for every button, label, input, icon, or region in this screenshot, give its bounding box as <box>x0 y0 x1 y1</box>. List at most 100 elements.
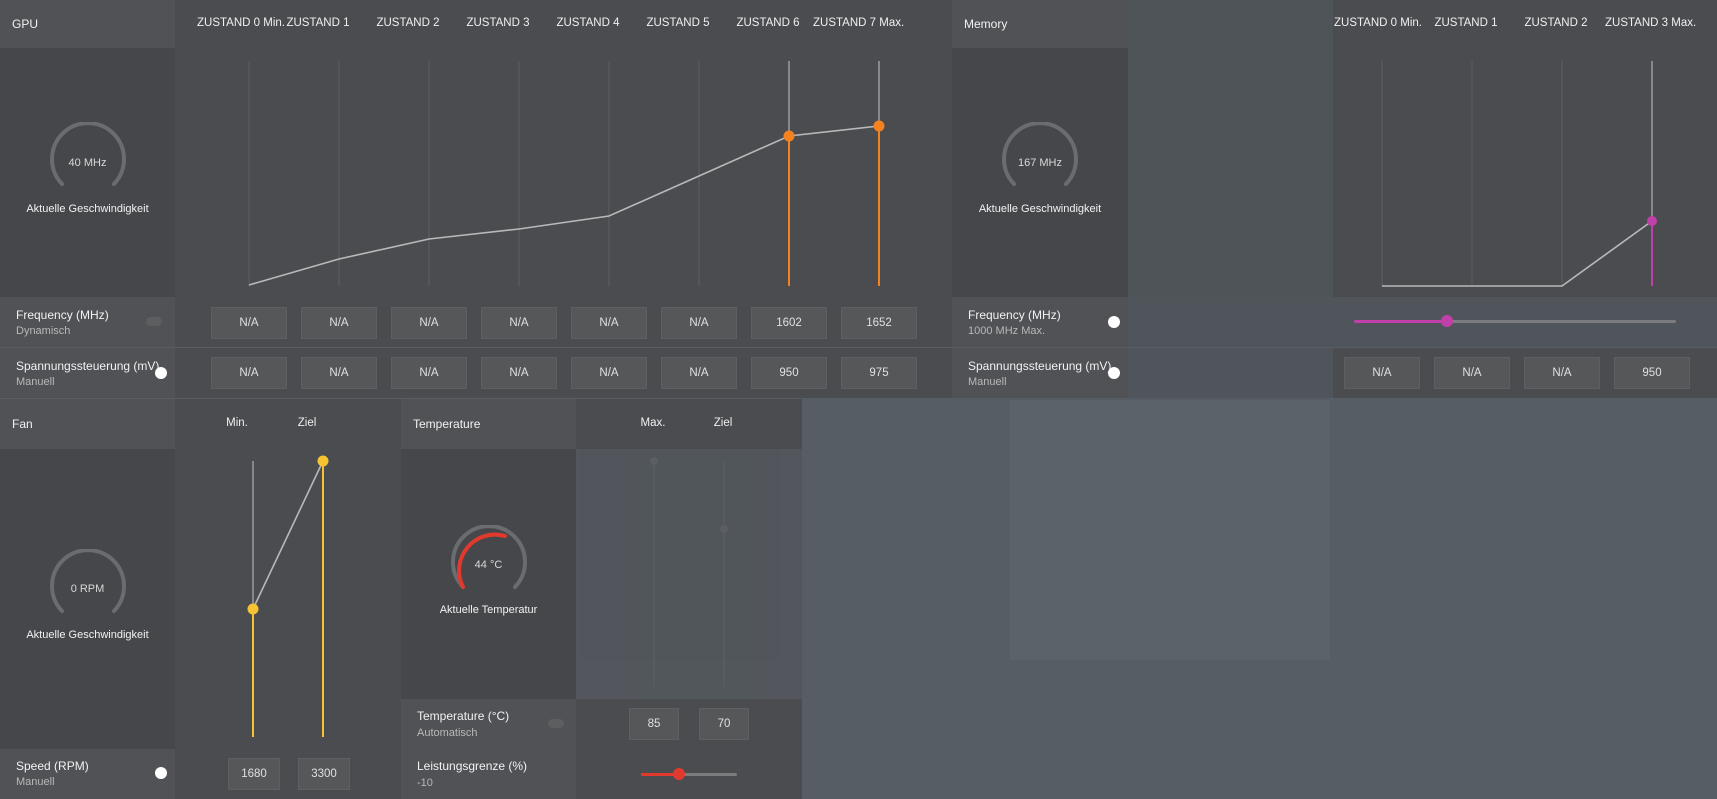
gpu-frequency-toggle[interactable] <box>146 317 162 326</box>
memory-curve-line <box>1382 220 1653 287</box>
temperature-label: Temperature (°C) <box>417 709 510 723</box>
memory-frequency-slider[interactable] <box>1354 315 1676 327</box>
memory-voltage-field[interactable]: N/A <box>1344 357 1420 389</box>
memory-voltage-row-label: Spannungssteuerung (mV) Manuell <box>952 348 1128 398</box>
temperature-values: 85 70 <box>576 699 802 749</box>
gpu-frequency-field[interactable]: 1602 <box>751 307 827 339</box>
fan-speed-toggle[interactable] <box>155 767 167 779</box>
gpu-state-label: ZUSTAND 3 <box>466 17 530 29</box>
memory-gauge-value: 167 MHz <box>1017 157 1063 169</box>
temperature-curve-chart <box>650 457 728 687</box>
memory-gauge-panel: 167 MHz Aktuelle Geschwindigkeit <box>952 48 1128 297</box>
temperature-col-target: Ziel <box>713 417 733 429</box>
fan-header-panel: Fan <box>0 399 175 449</box>
fan-target-handle[interactable] <box>317 455 329 467</box>
memory-title: Memory <box>964 17 1008 31</box>
gpu-frequency-field[interactable]: N/A <box>391 307 467 339</box>
gpu-curve-chart <box>248 61 885 286</box>
memory-header-panel: Memory <box>952 0 1128 48</box>
gpu-frequency-field[interactable]: 1652 <box>841 307 917 339</box>
temperature-mode: Automatisch <box>417 727 478 739</box>
memory-gauge-label: Aktuelle Geschwindigkeit <box>978 203 1102 215</box>
memory-state-label: ZUSTAND 0 Min. <box>1334 17 1422 29</box>
temperature-target-field[interactable]: 70 <box>699 708 749 740</box>
gpu-gauge-panel: 40 MHz Aktuelle Geschwindigkeit <box>0 48 175 297</box>
power-limit-slider-area <box>576 749 802 799</box>
temperature-target-handle[interactable] <box>720 525 728 533</box>
fan-col-target: Ziel <box>297 417 317 429</box>
memory-state3-handle[interactable] <box>1647 216 1657 226</box>
temperature-toggle[interactable] <box>548 719 564 728</box>
temperature-max-field[interactable]: 85 <box>629 708 679 740</box>
memory-voltage-toggle[interactable] <box>1108 367 1120 379</box>
gpu-voltage-field[interactable]: N/A <box>391 357 467 389</box>
fan-gauge-value: 0 RPM <box>70 583 105 595</box>
gpu-frequency-field[interactable]: N/A <box>571 307 647 339</box>
fan-speed-row-label: Speed (RPM) Manuell <box>0 749 175 799</box>
fan-gauge-label: Aktuelle Geschwindigkeit <box>26 629 149 641</box>
temperature-curve-area <box>576 449 802 699</box>
gpu-states-header: ZUSTAND 0 Min. ZUSTAND 1 ZUSTAND 2 ZUSTA… <box>175 0 952 48</box>
gpu-voltage-field[interactable]: 975 <box>841 357 917 389</box>
fan-curve-chart <box>247 455 329 737</box>
gpu-voltage-toggle[interactable] <box>155 367 167 379</box>
memory-voltage-field[interactable]: N/A <box>1524 357 1600 389</box>
memory-voltage-field[interactable]: N/A <box>1434 357 1510 389</box>
memory-slider-fill <box>1354 320 1447 323</box>
memory-curve-chart <box>1381 61 1657 287</box>
power-limit-slider-handle[interactable] <box>673 768 685 780</box>
memory-state-label: ZUSTAND 1 <box>1434 17 1498 29</box>
gpu-voltage-field[interactable]: 950 <box>751 357 827 389</box>
gpu-voltage-mode: Manuell <box>16 376 55 388</box>
memory-voltage-mode: Manuell <box>968 376 1007 388</box>
fan-columns-header: Min. Ziel <box>175 399 401 449</box>
gpu-frequency-values: N/A N/A N/A N/A N/A N/A 1602 1652 <box>175 297 952 347</box>
gpu-voltage-field[interactable]: N/A <box>571 357 647 389</box>
gpu-state7-handle[interactable] <box>873 120 885 132</box>
memory-voltage-field[interactable]: 950 <box>1614 357 1690 389</box>
fan-speed-target-field[interactable]: 3300 <box>298 758 350 790</box>
temperature-col-max: Max. <box>640 417 666 429</box>
fan-curve-line <box>252 460 324 610</box>
fan-speed-mode: Manuell <box>16 776 55 788</box>
gpu-voltage-field[interactable]: N/A <box>481 357 557 389</box>
gpu-frequency-field[interactable]: N/A <box>211 307 287 339</box>
gpu-voltage-field[interactable]: N/A <box>211 357 287 389</box>
memory-state-label: ZUSTAND 3 Max. <box>1605 17 1697 29</box>
gpu-title: GPU <box>12 17 39 31</box>
memory-frequency-mode: 1000 MHz Max. <box>968 325 1046 337</box>
gpu-frequency-field[interactable]: N/A <box>481 307 557 339</box>
fan-speed-label: Speed (RPM) <box>16 759 89 773</box>
gpu-state-label: ZUSTAND 4 <box>556 17 620 29</box>
gpu-voltage-field[interactable]: N/A <box>301 357 377 389</box>
temperature-max-handle[interactable] <box>650 457 658 465</box>
fan-speed-min-field[interactable]: 1680 <box>228 758 280 790</box>
gpu-voltage-field[interactable]: N/A <box>661 357 737 389</box>
gpu-state-label: ZUSTAND 7 Max. <box>813 17 905 29</box>
memory-voltage-row-fade <box>1128 348 1333 398</box>
gpu-state-label: ZUSTAND 6 <box>736 17 800 29</box>
gpu-frequency-field[interactable]: N/A <box>301 307 377 339</box>
memory-slider-handle[interactable] <box>1441 315 1453 327</box>
background-window <box>1010 400 1330 660</box>
fan-col-min: Min. <box>226 417 248 429</box>
memory-frequency-row-label: Frequency (MHz) 1000 MHz Max. <box>952 297 1128 347</box>
memory-voltage-label: Spannungssteuerung (mV) <box>968 359 1112 373</box>
gpu-state-label: ZUSTAND 2 <box>376 17 440 29</box>
gpu-gauge-label: Aktuelle Geschwindigkeit <box>26 203 149 215</box>
power-limit-value: -10 <box>417 777 433 789</box>
gpu-frequency-mode: Dynamisch <box>16 325 71 337</box>
temperature-title: Temperature <box>413 417 481 431</box>
fan-title: Fan <box>12 417 33 431</box>
power-limit-slider[interactable] <box>641 768 737 780</box>
fan-min-handle[interactable] <box>247 603 259 615</box>
memory-frequency-toggle[interactable] <box>1108 316 1120 328</box>
gpu-state-label: ZUSTAND 0 Min. <box>197 17 285 29</box>
gpu-curve-area <box>175 48 952 297</box>
gpu-frequency-field[interactable]: N/A <box>661 307 737 339</box>
gpu-header-panel: GPU <box>0 0 175 48</box>
gpu-state6-handle[interactable] <box>783 130 795 142</box>
temperature-header-panel: Temperature <box>401 399 576 449</box>
fan-speed-values: 1680 3300 <box>175 749 401 799</box>
memory-states-header: ZUSTAND 0 Min. ZUSTAND 1 ZUSTAND 2 ZUSTA… <box>1333 0 1717 48</box>
